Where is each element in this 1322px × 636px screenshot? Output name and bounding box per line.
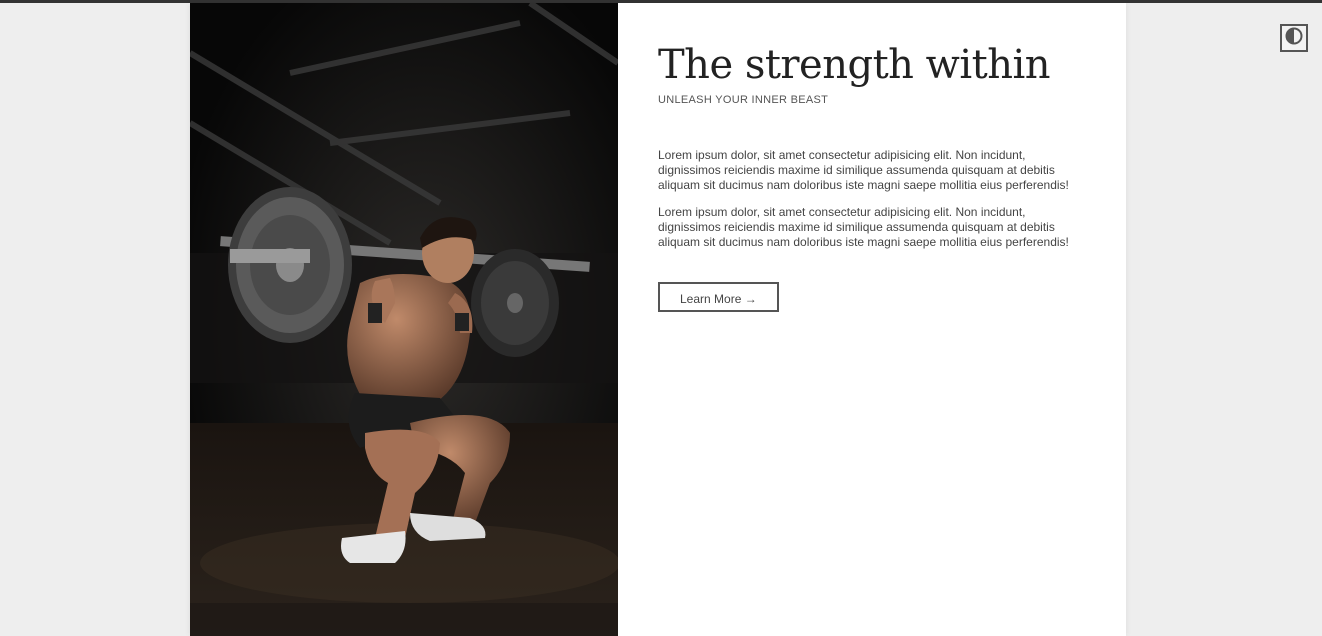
theme-toggle-button[interactable]: [1280, 24, 1308, 52]
learn-more-button[interactable]: Learn More →: [658, 282, 779, 312]
page-title: The strength within: [658, 42, 1051, 88]
hero-photo: [190, 3, 618, 636]
contrast-icon: [1285, 27, 1303, 50]
body-paragraph-1: Lorem ipsum dolor, sit amet consectetur …: [658, 148, 1069, 192]
body-paragraph-2: Lorem ipsum dolor, sit amet consectetur …: [658, 205, 1069, 249]
page-subtitle: UNLEASH YOUR INNER BEAST: [658, 94, 829, 106]
hero-content: The strength within UNLEASH YOUR INNER B…: [658, 41, 1088, 312]
hero-card: The strength within UNLEASH YOUR INNER B…: [190, 3, 1126, 636]
